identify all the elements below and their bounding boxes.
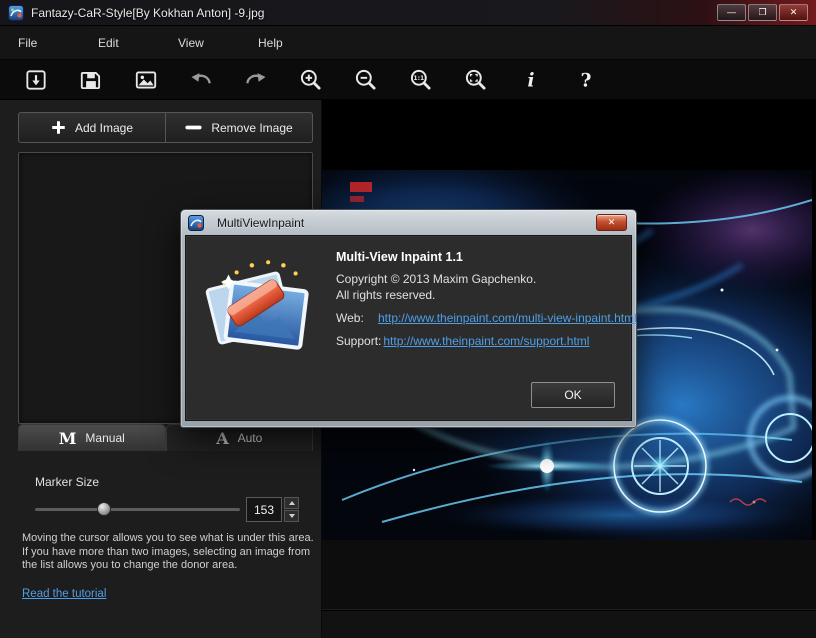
svg-text:?: ? bbox=[580, 70, 591, 91]
sidebar-help-text: Moving the cursor allows you to see what… bbox=[22, 532, 316, 573]
auto-tab-label: Auto bbox=[238, 431, 263, 445]
save-icon bbox=[78, 67, 104, 93]
zoom-out-icon bbox=[353, 67, 379, 93]
toolbar: 1:1 i ? bbox=[0, 60, 816, 100]
dialog-web-row: Web: http://www.theinpaint.com/multi-vie… bbox=[336, 311, 619, 325]
info-icon: i bbox=[518, 67, 544, 93]
dialog-copyright: Copyright © 2013 Maxim Gapchenko. bbox=[336, 272, 619, 286]
minus-icon bbox=[185, 120, 202, 135]
zoom-actual-size-icon: 1:1 bbox=[408, 67, 434, 93]
triangle-up-icon bbox=[289, 501, 295, 505]
marker-size-spinbox: 153 bbox=[246, 497, 299, 522]
dialog-text-block: Multi-View Inpaint 1.1 Copyright © 2013 … bbox=[336, 250, 619, 348]
mode-tabs: M Manual A Auto bbox=[18, 424, 313, 451]
dialog-app-name: Multi-View Inpaint 1.1 bbox=[336, 250, 619, 264]
canvas-bottom-bar bbox=[322, 611, 816, 638]
svg-text:i: i bbox=[527, 70, 534, 91]
spin-down-button[interactable] bbox=[284, 510, 299, 522]
web-label: Web: bbox=[336, 311, 376, 325]
marker-size-label: Marker Size bbox=[35, 475, 99, 489]
image-button[interactable] bbox=[118, 63, 173, 97]
remove-image-label: Remove Image bbox=[211, 121, 292, 135]
canvas-lower-strip bbox=[322, 540, 816, 610]
app-icon bbox=[8, 5, 24, 21]
undo-icon bbox=[188, 67, 214, 93]
slider-track[interactable] bbox=[35, 508, 240, 511]
tab-auto[interactable]: A Auto bbox=[166, 424, 314, 451]
maximize-button[interactable]: ❐ bbox=[748, 4, 777, 21]
zoom-fit-icon bbox=[463, 67, 489, 93]
spin-steppers bbox=[284, 497, 299, 522]
zoom-in-button[interactable] bbox=[283, 63, 338, 97]
dialog-support-row: Support: http://www.theinpaint.com/suppo… bbox=[336, 334, 619, 348]
dialog-rights: All rights reserved. bbox=[336, 288, 619, 302]
triangle-down-icon bbox=[289, 514, 295, 518]
window-titlebar[interactable]: Fantazy-CaR-Style[By Kokhan Anton] -9.jp… bbox=[0, 0, 816, 26]
dialog-titlebar[interactable]: MultiViewInpaint ✕ bbox=[185, 210, 632, 235]
open-image-icon bbox=[23, 67, 49, 93]
ok-button[interactable]: OK bbox=[531, 382, 615, 408]
plus-icon bbox=[51, 120, 66, 135]
redo-button[interactable] bbox=[228, 63, 283, 97]
about-dialog: MultiViewInpaint ✕ bbox=[180, 209, 637, 428]
image-icon bbox=[133, 67, 159, 93]
app-window: Fantazy-CaR-Style[By Kokhan Anton] -9.jp… bbox=[0, 0, 816, 638]
auto-tab-icon: A bbox=[216, 429, 228, 448]
marker-size-slider[interactable] bbox=[35, 502, 240, 517]
help-icon: ? bbox=[573, 67, 599, 93]
close-button[interactable]: ✕ bbox=[779, 4, 808, 21]
window-title: Fantazy-CaR-Style[By Kokhan Anton] -9.jp… bbox=[31, 6, 264, 20]
support-label: Support: bbox=[336, 334, 381, 348]
web-link[interactable]: http://www.theinpaint.com/multi-view-inp… bbox=[378, 311, 637, 325]
remove-image-button[interactable]: Remove Image bbox=[166, 112, 313, 143]
support-link[interactable]: http://www.theinpaint.com/support.html bbox=[383, 334, 589, 348]
minimize-button[interactable]: — bbox=[717, 4, 746, 21]
zoom-actual-label: 1:1 bbox=[413, 75, 424, 82]
zoom-actual-size-button[interactable]: 1:1 bbox=[393, 63, 448, 97]
spin-up-button[interactable] bbox=[284, 497, 299, 509]
manual-tab-label: Manual bbox=[85, 431, 124, 445]
menu-bar: File Edit View Help bbox=[0, 26, 816, 60]
menu-help[interactable]: Help bbox=[240, 36, 320, 50]
dialog-title: MultiViewInpaint bbox=[217, 216, 304, 230]
marker-size-input[interactable]: 153 bbox=[246, 497, 282, 522]
inpaint-app-logo bbox=[198, 246, 320, 368]
add-image-label: Add Image bbox=[75, 121, 133, 135]
dialog-app-icon bbox=[188, 215, 204, 231]
info-button[interactable]: i bbox=[503, 63, 558, 97]
menu-file[interactable]: File bbox=[0, 36, 80, 50]
window-controls: — ❐ ✕ bbox=[717, 4, 808, 21]
zoom-out-button[interactable] bbox=[338, 63, 393, 97]
open-image-button[interactable] bbox=[8, 63, 63, 97]
tab-manual[interactable]: M Manual bbox=[18, 424, 166, 451]
slider-handle[interactable] bbox=[97, 502, 111, 516]
redo-icon bbox=[243, 67, 269, 93]
save-button[interactable] bbox=[63, 63, 118, 97]
zoom-in-icon bbox=[298, 67, 324, 93]
undo-button[interactable] bbox=[173, 63, 228, 97]
zoom-fit-button[interactable] bbox=[448, 63, 503, 97]
image-buttons-row: Add Image Remove Image bbox=[18, 112, 313, 143]
dialog-body: Multi-View Inpaint 1.1 Copyright © 2013 … bbox=[185, 235, 632, 421]
manual-tab-icon: M bbox=[59, 429, 77, 448]
help-button[interactable]: ? bbox=[558, 63, 613, 97]
tutorial-link[interactable]: Read the tutorial bbox=[22, 588, 106, 600]
dialog-close-button[interactable]: ✕ bbox=[596, 214, 627, 231]
add-image-button[interactable]: Add Image bbox=[18, 112, 166, 143]
menu-view[interactable]: View bbox=[160, 36, 240, 50]
menu-edit[interactable]: Edit bbox=[80, 36, 160, 50]
